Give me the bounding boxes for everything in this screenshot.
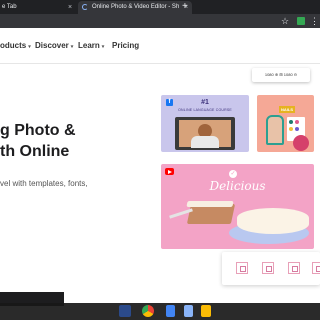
color-swatch [289,127,293,131]
hand-image [266,115,284,145]
canvas-size-chip: 1080 ⊕ ⊞ 1080 ⊖ [252,68,310,82]
thumbnail[interactable] [236,262,248,274]
cake-template-card[interactable]: ✓ Delicious [161,164,314,249]
slides-icon[interactable] [184,305,193,317]
thumbnail[interactable] [288,262,300,274]
thumbnail[interactable] [312,262,320,274]
extension-icon[interactable] [297,17,305,25]
decorative-circle [293,135,309,151]
browser-toolbar: ☆ ⋮ [0,14,320,28]
app-icon[interactable] [119,305,131,317]
tab-title: Online Photo & Video Editor - Sh [92,4,180,10]
chevron-down-icon: ▾ [70,44,74,50]
youtube-icon [165,168,174,175]
hero-title: g Photo & th Online [0,122,76,160]
nails-template-card[interactable]: NAILS [257,95,314,152]
nav-item-pricing[interactable]: Pricing [112,41,139,50]
cake-slice-image [186,204,236,224]
tab-title: e Tab [2,4,17,10]
course-heading: #1 [201,99,209,106]
tab-inactive[interactable]: e Tab × [0,1,76,14]
new-tab-button[interactable]: + [182,0,188,13]
docs-icon[interactable] [166,305,175,317]
tab-active[interactable]: Online Photo & Video Editor - Sh × [78,1,192,14]
browser-tab-strip: e Tab × Online Photo & Video Editor - Sh… [0,0,320,14]
nails-label: NAILS [279,106,295,113]
nav-item-learn[interactable]: Learn ▾ [78,41,104,50]
course-template-card[interactable]: f #1 ONLINE LANGUAGE COURSE [161,95,249,152]
browser-menu-icon[interactable]: ⋮ [310,15,319,27]
chevron-down-icon: ▾ [101,44,105,50]
nav-item-discover[interactable]: Discover ▾ [35,41,73,50]
keep-icon[interactable] [201,305,211,317]
loading-spinner-icon [82,4,88,10]
checkmark-icon: ✓ [229,170,237,178]
chrome-icon[interactable] [142,305,154,317]
course-caption: ONLINE LANGUAGE COURSE [178,108,232,112]
thumbnail[interactable] [262,262,274,274]
os-taskbar [0,303,320,320]
color-swatch [295,127,299,131]
thumbnail-strip [222,252,320,285]
chevron-down-icon: ▾ [28,44,31,50]
close-icon[interactable]: × [68,1,72,14]
site-nav: oducts ▾ Discover ▾ Learn ▾ Pricing [0,28,320,64]
hero-subtitle: vel with templates, fonts, [0,179,88,188]
color-swatch [289,120,293,124]
bookmark-star-icon[interactable]: ☆ [281,15,289,27]
cake-title: Delicious [209,179,266,193]
cake-image [237,208,309,234]
color-swatch [295,120,299,124]
nav-item-products[interactable]: oducts ▾ [0,41,31,50]
laptop-image [175,117,235,150]
